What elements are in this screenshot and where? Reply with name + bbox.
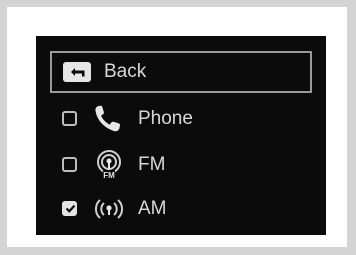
- checkmark-icon: [65, 204, 76, 213]
- menu-item-phone[interactable]: Phone: [50, 100, 312, 138]
- phone-label: Phone: [138, 108, 193, 129]
- image-frame: Back Phone FM FM AM: [7, 7, 347, 247]
- am-radio-icon: [92, 193, 126, 225]
- fm-label: FM: [138, 154, 166, 175]
- back-button[interactable]: Back: [50, 51, 312, 93]
- back-label: Back: [104, 61, 147, 82]
- am-label: AM: [138, 198, 167, 219]
- fm-icon-badge: FM: [103, 171, 115, 180]
- fm-radio-icon: FM: [92, 149, 126, 181]
- phone-icon: [92, 103, 126, 135]
- menu-item-fm[interactable]: FM FM: [50, 146, 312, 184]
- phone-checkbox[interactable]: [62, 111, 77, 126]
- menu-item-am[interactable]: AM: [50, 190, 312, 228]
- back-arrow-icon: [62, 61, 92, 83]
- am-checkbox[interactable]: [62, 201, 77, 216]
- fm-checkbox[interactable]: [62, 157, 77, 172]
- audio-source-menu-screen: Back Phone FM FM AM: [36, 36, 326, 235]
